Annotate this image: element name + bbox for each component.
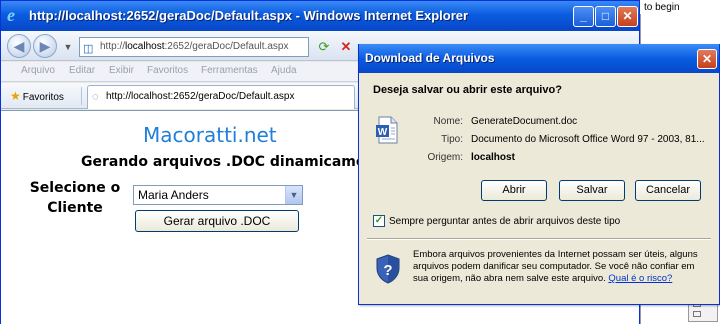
always-ask-checkbox[interactable]: ✓ <box>373 215 385 227</box>
security-warning-text: Embora arquivos provenientes da Internet… <box>413 249 698 284</box>
site-title: Macoratti.net <box>143 123 277 147</box>
dialog-divider <box>367 238 711 240</box>
menu-editar[interactable]: Editar <box>69 65 95 76</box>
menu-exibir[interactable]: Exibir <box>109 65 134 76</box>
file-name-value: GenerateDocument.doc <box>471 116 578 127</box>
download-dialog: Download de Arquivos ✕ Deseja salvar ou … <box>358 44 720 305</box>
risk-link[interactable]: Qual é o risco? <box>608 273 672 284</box>
menu-ajuda[interactable]: Ajuda <box>271 65 297 76</box>
star-icon: ★ <box>10 89 21 103</box>
favorites-button[interactable]: ★ Favoritos <box>5 86 69 106</box>
close-button[interactable]: ✕ <box>617 6 638 27</box>
background-window-text: to begin <box>644 2 680 13</box>
internet-explorer-icon: e <box>7 5 15 25</box>
generate-doc-button[interactable]: Gerar arquivo .DOC <box>135 210 299 232</box>
origin-label: Origem: <box>427 152 463 163</box>
dialog-close-button[interactable]: ✕ <box>697 49 717 69</box>
refresh-icon[interactable]: ⟳ <box>315 38 333 56</box>
type-label: Tipo: <box>441 134 463 145</box>
history-dropdown-icon[interactable]: ▼ <box>59 38 77 56</box>
svg-text:?: ? <box>383 262 392 279</box>
always-ask-option[interactable]: ✓ Sempre perguntar antes de abrir arquivo… <box>373 215 620 228</box>
client-select[interactable]: Maria Anders ▼ <box>133 185 303 205</box>
favorites-separator <box>81 87 82 105</box>
browser-title: http://localhost:2652/geraDoc/Default.as… <box>29 8 469 23</box>
security-shield-icon: ? <box>376 254 400 284</box>
menu-ferramentas[interactable]: Ferramentas <box>201 65 258 76</box>
back-icon[interactable]: ◀ <box>7 34 31 58</box>
chevron-down-icon[interactable]: ▼ <box>285 186 302 204</box>
menu-favoritos[interactable]: Favoritos <box>147 65 188 76</box>
dialog-question: Deseja salvar ou abrir este arquivo? <box>373 84 562 96</box>
cancel-button[interactable]: Cancelar <box>635 180 701 201</box>
save-button[interactable]: Salvar <box>559 180 625 201</box>
dialog-titlebar[interactable]: Download de Arquivos <box>359 44 719 73</box>
browser-titlebar[interactable]: e http://localhost:2652/geraDoc/Default.… <box>1 1 639 31</box>
loading-icon: ◌ <box>92 91 99 103</box>
file-type-value: Documento do Microsoft Office Word 97 - … <box>471 134 705 145</box>
client-select-label: Selecione o Cliente <box>29 180 121 216</box>
minimize-button[interactable]: _ <box>573 6 594 27</box>
stop-icon[interactable]: ✕ <box>337 38 355 56</box>
tab-current[interactable]: ◌ http://localhost:2652/geraDoc/Default.a… <box>87 85 355 109</box>
forward-icon[interactable]: ▶ <box>33 34 57 58</box>
menu-arquivo[interactable]: Arquivo <box>21 65 55 76</box>
address-input[interactable]: ◫ http://localhost:2652/geraDoc/Default.a… <box>79 37 309 57</box>
name-label: Nome: <box>433 116 463 127</box>
page-subtitle: Gerando arquivos .DOC dinamicamente <box>81 154 392 170</box>
origin-value: localhost <box>471 152 515 163</box>
page-icon: ◫ <box>83 43 94 55</box>
open-button[interactable]: Abrir <box>481 180 547 201</box>
maximize-button[interactable]: □ <box>595 6 616 27</box>
